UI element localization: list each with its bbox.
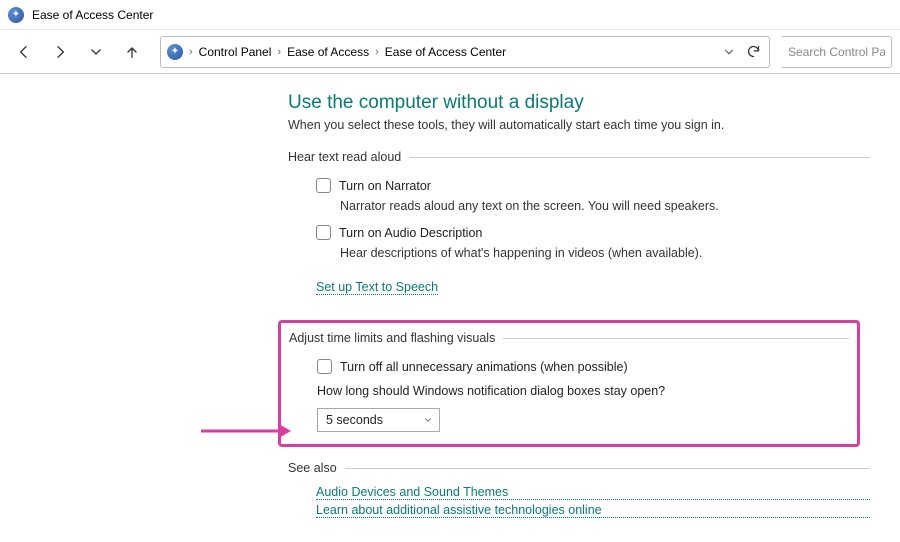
chevron-down-icon[interactable] [722, 45, 736, 59]
recent-dropdown[interactable] [80, 36, 112, 68]
narrator-label: Turn on Narrator [339, 179, 431, 193]
turn-off-animations-checkbox[interactable] [317, 359, 332, 374]
section-legend: See also [288, 461, 345, 475]
chevron-down-icon [423, 415, 433, 425]
assistive-tech-link[interactable]: Learn about additional assistive technol… [316, 503, 870, 517]
up-button[interactable] [116, 36, 148, 68]
breadcrumb-item[interactable]: Control Panel [199, 45, 272, 59]
refresh-icon[interactable] [746, 44, 761, 59]
chevron-down-icon [88, 44, 104, 60]
audio-description-label: Turn on Audio Description [339, 226, 482, 240]
section-hear-text: Hear text read aloud Turn on Narrator Na… [288, 150, 870, 306]
audio-description-text: Hear descriptions of what's happening in… [340, 246, 870, 260]
content-pane: Use the computer without a display When … [0, 74, 870, 521]
search-box[interactable] [782, 36, 892, 68]
narrator-checkbox[interactable] [316, 178, 331, 193]
tts-link[interactable]: Set up Text to Speech [316, 280, 438, 294]
app-icon: ✦ [8, 7, 24, 23]
forward-button[interactable] [44, 36, 76, 68]
chevron-right-icon: › [375, 46, 379, 58]
breadcrumb-item[interactable]: Ease of Access Center [385, 45, 506, 59]
arrow-annotation [201, 419, 291, 443]
section-see-also: See also Audio Devices and Sound Themes … [288, 461, 870, 521]
nav-bar: ✦ › Control Panel › Ease of Access › Eas… [0, 30, 900, 74]
search-input[interactable] [788, 45, 885, 59]
highlight-annotation: Adjust time limits and flashing visuals … [278, 320, 860, 447]
audio-description-checkbox[interactable] [316, 225, 331, 240]
arrow-right-icon [52, 44, 68, 60]
address-bar[interactable]: ✦ › Control Panel › Ease of Access › Eas… [160, 36, 770, 68]
back-button[interactable] [8, 36, 40, 68]
page-subtitle: When you select these tools, they will a… [288, 118, 870, 132]
narrator-description: Narrator reads aloud any text on the scr… [340, 199, 870, 213]
audio-devices-link[interactable]: Audio Devices and Sound Themes [316, 485, 870, 499]
section-legend: Adjust time limits and flashing visuals [289, 331, 503, 345]
window-title: Ease of Access Center [32, 8, 153, 22]
section-legend: Hear text read aloud [288, 150, 409, 164]
notification-duration-label: How long should Windows notification dia… [317, 384, 849, 398]
turn-off-animations-label: Turn off all unnecessary animations (whe… [340, 360, 628, 374]
notification-duration-select[interactable]: 5 seconds [317, 408, 440, 432]
chevron-right-icon: › [189, 46, 193, 58]
arrow-up-icon [124, 44, 140, 60]
select-value: 5 seconds [326, 413, 383, 427]
title-bar: ✦ Ease of Access Center [0, 0, 900, 30]
chevron-right-icon: › [277, 46, 281, 58]
arrow-left-icon [16, 44, 32, 60]
page-title: Use the computer without a display [288, 92, 870, 114]
breadcrumb-item[interactable]: Ease of Access [287, 45, 369, 59]
section-adjust-visuals: Adjust time limits and flashing visuals … [289, 331, 849, 432]
control-panel-icon: ✦ [167, 44, 183, 60]
